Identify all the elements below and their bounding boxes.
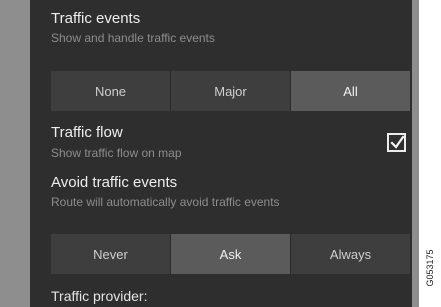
- traffic-settings-panel: Traffic events Show and handle traffic e…: [30, 0, 412, 307]
- right-margin-strip: [412, 0, 419, 307]
- traffic-events-option-major[interactable]: Major: [171, 71, 290, 111]
- traffic-events-option-all[interactable]: All: [291, 71, 410, 111]
- avoid-traffic-events-subtitle: Route will automatically avoid traffic e…: [51, 195, 280, 209]
- checkmark-icon: [390, 135, 405, 149]
- figure-code-label: G053175: [420, 238, 440, 298]
- traffic-events-segmented-control: None Major All: [51, 71, 410, 111]
- left-margin-strip: [0, 0, 30, 307]
- avoid-traffic-events-title: Avoid traffic events: [51, 174, 178, 191]
- traffic-flow-subtitle: Show traffic flow on map: [51, 146, 182, 160]
- traffic-events-title: Traffic events: [51, 10, 141, 27]
- avoid-traffic-events-segmented-control: Never Ask Always: [51, 234, 410, 274]
- avoid-option-never[interactable]: Never: [51, 234, 170, 274]
- traffic-flow-title: Traffic flow: [51, 124, 123, 141]
- traffic-events-subtitle: Show and handle traffic events: [51, 31, 215, 45]
- avoid-option-ask[interactable]: Ask: [171, 234, 290, 274]
- avoid-option-always[interactable]: Always: [291, 234, 410, 274]
- traffic-events-option-none[interactable]: None: [51, 71, 170, 111]
- figure-code-text: G053175: [425, 249, 435, 287]
- traffic-provider-title: Traffic provider:: [51, 288, 148, 304]
- traffic-flow-checkbox[interactable]: [387, 133, 406, 152]
